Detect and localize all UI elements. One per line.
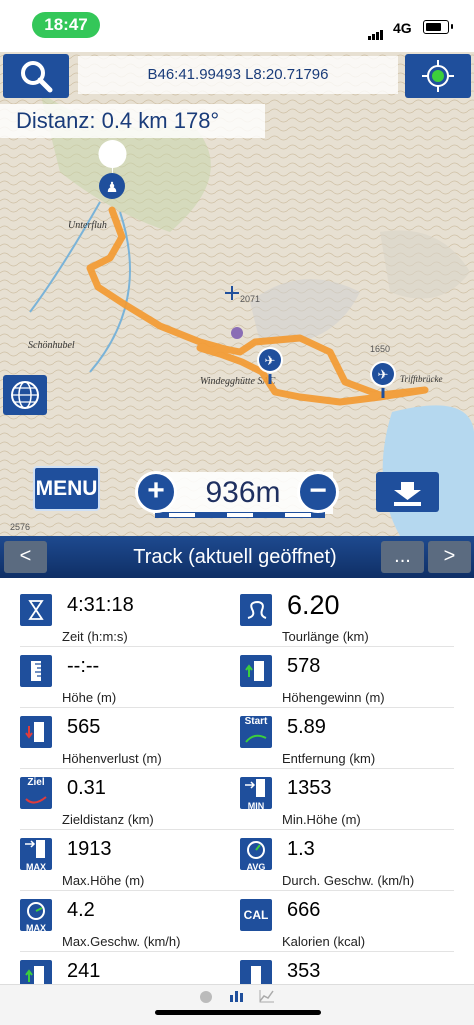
scale-bar [155,512,325,518]
zoom-in-button[interactable]: + [135,471,177,513]
download-icon [394,482,421,506]
layers-button[interactable] [3,375,47,415]
svg-text:♟: ♟ [106,179,119,195]
max-speed-icon: MAX [20,899,52,933]
stat-value: 5.89 [287,716,326,738]
stat-calories: CAL 666 Kalorien (kcal) [240,891,457,951]
map-waypoint [231,327,243,339]
track-header: < Track (aktuell geöffnet) ... > [0,536,474,578]
stat-label: Tourlänge (km) [282,629,369,644]
track-length-icon [240,594,272,626]
status-time: 18:47 [32,12,100,38]
bottom-bar [0,984,474,1025]
next-track-button[interactable]: > [428,541,471,573]
stat-value: 578 [287,655,321,677]
map-label-elevation: 2576 [10,522,30,532]
map-label-triftbruecke: Trifftbrücke [400,374,443,384]
stats-row: --:-- Höhe (m) 578 Höhengewinn (m) [20,647,454,708]
max-altitude-icon: MAX [20,838,52,872]
stats-row: MAX 4.2 Max.Geschw. (km/h) CAL 666 Kalor… [20,891,454,952]
status-bar: 18:47 4G [0,0,474,52]
stat-avg-speed: AVG 1.3 Durch. Geschw. (km/h) [240,830,457,890]
stat-value: 241 [67,960,101,982]
search-button[interactable] [3,54,69,98]
altitude-gain-icon [240,655,272,687]
stat-label: Zeit (h:m:s) [62,629,128,644]
stats-row: 565 Höhenverlust (m) Start 5.89 Entfernu… [20,708,454,769]
stat-value: 666 [287,899,321,921]
globe-icon [11,381,39,409]
stat-track-length: 6.20 Tourlänge (km) [240,586,457,646]
start-distance-icon: Start [240,716,272,748]
svg-text:✈: ✈ [265,353,276,368]
stat-label: Max.Geschw. (km/h) [62,934,181,949]
stat-value: 1353 [287,777,332,799]
hourglass-icon [20,594,52,626]
stat-label: Höhengewinn (m) [282,690,385,705]
coordinates-display: B46:41.99493 L8:20.71796 [78,56,398,94]
stat-max-altitude: MAX 1913 Max.Höhe (m) [20,830,237,890]
stat-distance-from-start: Start 5.89 Entfernung (km) [240,708,457,768]
bar-chart-icon[interactable] [229,989,245,1003]
track-title: Track (aktuell geöffnet) [133,546,337,568]
line-chart-icon[interactable] [259,989,275,1003]
gps-target-icon [422,60,454,92]
more-options-button[interactable]: ... [381,541,424,573]
menu-button[interactable]: MENU [33,466,100,511]
stats-row: MAX 1913 Max.Höhe (m) AVG 1.3 Durch. Ges… [20,830,454,891]
map-label-elevation: 2071 [240,294,260,304]
stats-row: Ziel 0.31 Zieldistanz (km) MIN 1353 Min.… [20,769,454,830]
stat-value: 353 [287,960,321,982]
plus-icon: + [147,474,165,507]
stat-value: 0.31 [67,777,106,799]
map-view[interactable]: Windegghütte SAC Schönhubel Unterfluh Tr… [0,52,474,536]
stat-max-speed: MAX 4.2 Max.Geschw. (km/h) [20,891,237,951]
stats-row: 4:31:18 Zeit (h:m:s) 6.20 Tourlänge (km) [20,586,454,647]
stat-label: Min.Höhe (m) [282,812,361,827]
stat-altitude-gain: 578 Höhengewinn (m) [240,647,457,707]
svg-text:✈: ✈ [378,367,389,382]
search-icon [21,61,53,93]
stat-min-altitude: MIN 1353 Min.Höhe (m) [240,769,457,829]
home-indicator [155,1010,321,1015]
prev-track-button[interactable]: < [4,541,47,573]
distance-display: Distanz: 0.4 km 178° [0,104,265,138]
locate-button[interactable] [405,54,471,98]
signal-icon [368,22,384,40]
stat-label: Höhenverlust (m) [62,751,162,766]
stat-label: Max.Höhe (m) [62,873,145,888]
stat-value: 1913 [67,838,112,860]
altitude-loss-icon [20,716,52,748]
stat-label: Höhe (m) [62,690,117,705]
battery-icon [423,20,449,34]
stat-value: 4:31:18 [67,594,134,616]
stat-label: Zieldistanz (km) [62,812,154,827]
network-type: 4G [393,20,412,36]
altitude-icon [20,655,52,687]
map-label-schoenhubel: Schönhubel [28,340,75,351]
map-label-unterfluh: Unterfluh [68,220,107,231]
stat-value: 4.2 [67,899,95,921]
stat-target-distance: Ziel 0.31 Zieldistanz (km) [20,769,237,829]
calories-icon: CAL [240,899,272,931]
minus-icon: − [309,474,327,507]
stat-label: Durch. Geschw. (km/h) [282,873,415,888]
stat-label: Entfernung (km) [282,751,376,766]
stat-value: 1.3 [287,838,315,860]
page-dot-icon[interactable] [200,991,212,1003]
target-distance-icon: Ziel [20,777,52,809]
stat-value: 565 [67,716,101,738]
stat-value: 6.20 [287,590,340,620]
avg-speed-icon: AVG [240,838,272,872]
map-label-elevation: 1650 [370,344,390,354]
stat-altitude: --:-- Höhe (m) [20,647,237,707]
stat-time: 4:31:18 Zeit (h:m:s) [20,586,237,646]
stat-value: --:-- [67,655,100,677]
stat-altitude-loss: 565 Höhenverlust (m) [20,708,237,768]
stat-label: Kalorien (kcal) [282,934,366,949]
zoom-out-button[interactable]: − [297,471,339,513]
min-altitude-icon: MIN [240,777,272,811]
download-button[interactable] [376,472,439,512]
